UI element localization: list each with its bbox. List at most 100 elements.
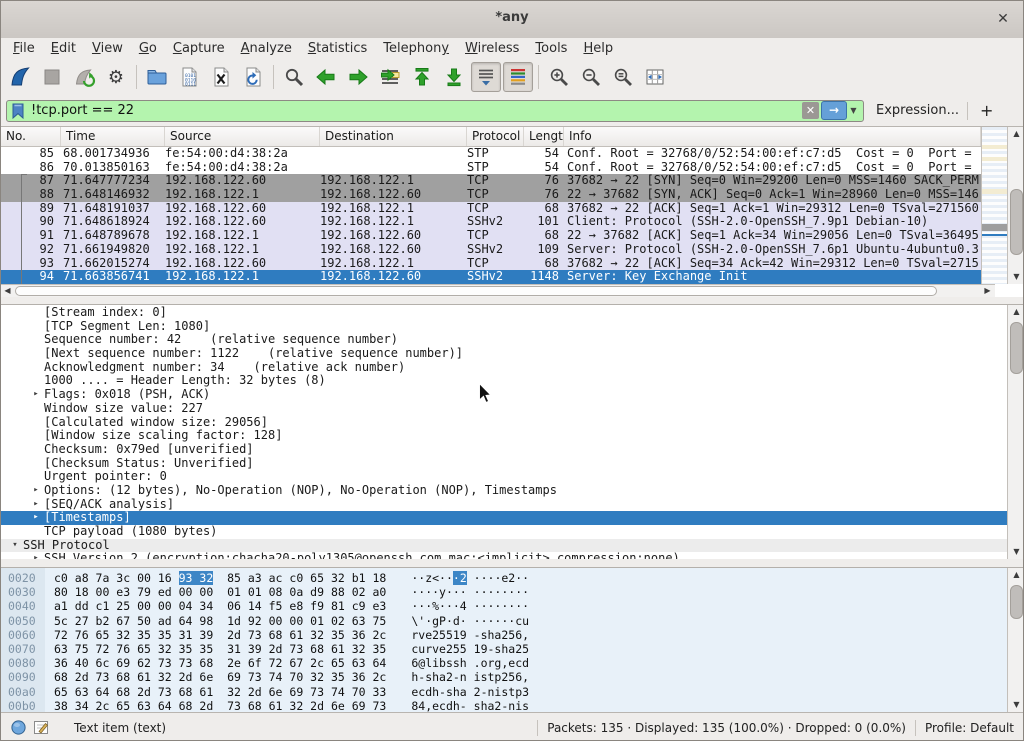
- title-bar[interactable]: *any ✕: [1, 1, 1023, 39]
- expander-icon[interactable]: ▸: [28, 498, 44, 512]
- menu-wireless[interactable]: Wireless: [457, 39, 527, 58]
- detail-line[interactable]: Sequence number: 42 (relative sequence n…: [1, 333, 1007, 347]
- bytes-vscrollbar[interactable]: ▲ ▼: [1007, 568, 1023, 712]
- detail-line[interactable]: [Next sequence number: 1122 (relative se…: [1, 347, 1007, 361]
- scroll-thumb[interactable]: [1010, 585, 1023, 619]
- close-file-button[interactable]: [206, 62, 236, 92]
- hex-row[interactable]: 00a065 63 64 68 2d 73 68 61 32 2d 6e 69 …: [1, 685, 1007, 699]
- go-last-button[interactable]: [439, 62, 469, 92]
- hex-row[interactable]: 00b038 34 2c 65 63 64 68 2d 73 68 61 32 …: [1, 699, 1007, 712]
- hex-row[interactable]: 008036 40 6c 69 62 73 73 68 2e 6f 72 67 …: [1, 656, 1007, 670]
- scroll-down-icon[interactable]: ▼: [1009, 270, 1024, 284]
- detail-line[interactable]: ▸Options: (12 bytes), No-Operation (NOP)…: [1, 484, 1007, 498]
- menu-tools[interactable]: Tools: [527, 39, 575, 58]
- display-filter-input[interactable]: !tcp.port == 22: [26, 103, 802, 118]
- go-back-button[interactable]: [311, 62, 341, 92]
- menu-statistics[interactable]: Statistics: [300, 39, 375, 58]
- packet-row[interactable]: 9171.648789678192.168.122.1192.168.122.6…: [1, 229, 981, 243]
- auto-scroll-button[interactable]: [471, 62, 501, 92]
- packet-row[interactable]: 9071.648618924192.168.122.60192.168.122.…: [1, 215, 981, 229]
- detail-line[interactable]: [Stream index: 0]: [1, 306, 1007, 320]
- capture-comment-button[interactable]: [33, 719, 50, 736]
- packet-row[interactable]: 8771.647777234192.168.122.60192.168.122.…: [1, 174, 981, 188]
- scroll-up-icon[interactable]: ▲: [1009, 568, 1023, 582]
- expander-icon[interactable]: ▸: [28, 552, 44, 559]
- hex-row[interactable]: 0020c0 a8 7a 3c 00 16 93 32 85 a3 ac c0 …: [1, 571, 1007, 585]
- packet-row[interactable]: 8971.648191037192.168.122.60192.168.122.…: [1, 202, 981, 216]
- restart-capture-button[interactable]: [69, 62, 99, 92]
- detail-line[interactable]: ▸[SEQ/ACK analysis]: [1, 498, 1007, 512]
- detail-line[interactable]: ▾SSH Protocol: [1, 539, 1007, 553]
- scroll-right-icon[interactable]: ▶: [981, 285, 994, 297]
- pane-splitter-bottom[interactable]: [1, 559, 1023, 567]
- expert-info-button[interactable]: [10, 719, 27, 736]
- column-header-protocol[interactable]: Protocol: [467, 127, 524, 146]
- filter-add-button[interactable]: +: [968, 101, 1005, 120]
- zoom-out-button[interactable]: [576, 62, 606, 92]
- hex-row[interactable]: 009068 2d 73 68 61 32 2d 6e 69 73 74 70 …: [1, 670, 1007, 684]
- go-first-button[interactable]: [407, 62, 437, 92]
- packet-list-vscrollbar[interactable]: ▲ ▼: [1007, 127, 1024, 284]
- detail-line[interactable]: ▸SSH Version 2 (encryption:chacha20-poly…: [1, 552, 1007, 559]
- detail-line[interactable]: Urgent pointer: 0: [1, 470, 1007, 484]
- hex-row[interactable]: 0040a1 dd c1 25 00 00 04 34 06 14 f5 e8 …: [1, 599, 1007, 613]
- window-close-button[interactable]: ✕: [993, 9, 1013, 29]
- stop-capture-button[interactable]: [37, 62, 67, 92]
- scroll-down-icon[interactable]: ▼: [1009, 545, 1023, 559]
- scroll-thumb[interactable]: [1010, 189, 1023, 255]
- expander-icon[interactable]: ▸: [28, 511, 44, 525]
- display-filter-field[interactable]: !tcp.port == 22 ✕ → ▼: [6, 100, 864, 122]
- detail-line[interactable]: Checksum: 0x79ed [unverified]: [1, 443, 1007, 457]
- menu-go[interactable]: Go: [131, 39, 165, 58]
- filter-apply-button[interactable]: →: [821, 101, 847, 120]
- detail-line[interactable]: Window size value: 227: [1, 402, 1007, 416]
- column-header-source[interactable]: Source: [165, 127, 320, 146]
- menu-help[interactable]: Help: [575, 39, 621, 58]
- expander-icon[interactable]: ▸: [28, 484, 44, 498]
- colorize-button[interactable]: [503, 62, 533, 92]
- scroll-thumb[interactable]: [15, 286, 937, 296]
- menu-file[interactable]: File: [5, 39, 43, 58]
- start-capture-button[interactable]: [5, 62, 35, 92]
- column-header-no[interactable]: No.: [1, 127, 61, 146]
- detail-line[interactable]: 1000 .... = Header Length: 32 bytes (8): [1, 374, 1007, 388]
- zoom-in-button[interactable]: [544, 62, 574, 92]
- packet-row[interactable]: 8568.001734936fe:54:00:d4:38:2aSTP54Conf…: [1, 147, 981, 161]
- hex-row[interactable]: 006072 76 65 32 35 35 31 39 2d 73 68 61 …: [1, 628, 1007, 642]
- packet-row[interactable]: 9471.663856741192.168.122.1192.168.122.6…: [1, 270, 981, 284]
- pane-splitter-top[interactable]: [1, 297, 1023, 304]
- packet-list-hscrollbar[interactable]: ◀ ▶: [1, 284, 995, 297]
- filter-bookmark-icon[interactable]: [10, 102, 26, 120]
- filter-clear-button[interactable]: ✕: [802, 102, 819, 119]
- column-header-info[interactable]: Info: [564, 127, 981, 146]
- column-header-time[interactable]: Time: [61, 127, 165, 146]
- packet-row[interactable]: 8871.648146932192.168.122.1192.168.122.6…: [1, 188, 981, 202]
- scroll-down-icon[interactable]: ▼: [1009, 698, 1023, 712]
- capture-options-button[interactable]: ⚙: [101, 62, 131, 92]
- detail-line[interactable]: [TCP Segment Len: 1080]: [1, 320, 1007, 334]
- detail-line[interactable]: [Checksum Status: Unverified]: [1, 457, 1007, 471]
- scroll-up-icon[interactable]: ▲: [1009, 305, 1023, 319]
- menu-edit[interactable]: Edit: [43, 39, 84, 58]
- menu-capture[interactable]: Capture: [165, 39, 233, 58]
- menu-telephony[interactable]: Telephony: [375, 39, 457, 58]
- detail-line[interactable]: [Window size scaling factor: 128]: [1, 429, 1007, 443]
- packet-list-scrollmap[interactable]: [981, 127, 1008, 284]
- packet-row[interactable]: 8670.013850163fe:54:00:d4:38:2aSTP54Conf…: [1, 161, 981, 175]
- detail-line[interactable]: TCP payload (1080 bytes): [1, 525, 1007, 539]
- scroll-up-icon[interactable]: ▲: [1009, 127, 1024, 141]
- hex-row[interactable]: 003080 18 00 e3 79 ed 00 00 01 01 08 0a …: [1, 585, 1007, 599]
- zoom-original-button[interactable]: [608, 62, 638, 92]
- go-forward-button[interactable]: [343, 62, 373, 92]
- expander-icon[interactable]: ▸: [28, 388, 44, 402]
- go-to-packet-button[interactable]: [375, 62, 405, 92]
- menu-view[interactable]: View: [84, 39, 131, 58]
- detail-line[interactable]: ▸Flags: 0x018 (PSH, ACK): [1, 388, 1007, 402]
- expander-icon[interactable]: ▾: [7, 539, 23, 553]
- details-vscrollbar[interactable]: ▲ ▼: [1007, 305, 1023, 559]
- hex-row[interactable]: 00505c 27 b2 67 50 ad 64 98 1d 92 00 00 …: [1, 614, 1007, 628]
- reload-file-button[interactable]: [238, 62, 268, 92]
- detail-line[interactable]: [Calculated window size: 29056]: [1, 416, 1007, 430]
- hex-row[interactable]: 007063 75 72 76 65 32 35 35 31 39 2d 73 …: [1, 642, 1007, 656]
- expression-button[interactable]: Expression...: [864, 103, 967, 118]
